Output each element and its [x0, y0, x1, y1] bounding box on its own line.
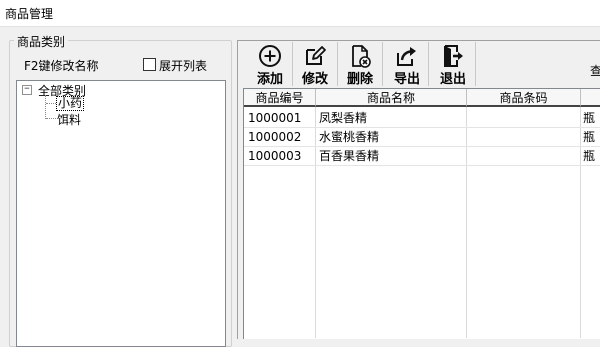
- column-header-code[interactable]: 商品编号: [244, 89, 316, 107]
- export-icon: [397, 47, 416, 66]
- exit-button-label: 退出: [439, 72, 466, 87]
- tree-connector-line: [46, 118, 56, 119]
- category-group-title: 商品类别: [14, 33, 69, 50]
- edit-button-label: 修改: [301, 72, 328, 87]
- column-header-unit[interactable]: [581, 89, 600, 107]
- grid-column-line: [580, 107, 581, 338]
- column-header-barcode[interactable]: 商品条码: [467, 89, 581, 107]
- window-title: 商品管理: [5, 7, 54, 21]
- query-label: 查: [590, 64, 600, 78]
- add-circle-icon: [259, 45, 281, 67]
- toolbar-separator: [475, 42, 476, 86]
- tree-connector-line: [46, 103, 56, 104]
- grid-row-line: [244, 165, 600, 166]
- cell-code[interactable]: 1000003: [248, 147, 314, 166]
- add-button-label: 添加: [256, 72, 283, 87]
- title-bar: [0, 0, 600, 27]
- edit-icon: [306, 46, 326, 65]
- cell-name[interactable]: 水蜜桃香精: [319, 128, 464, 147]
- cell-barcode[interactable]: [470, 109, 578, 128]
- grid-column-line: [466, 107, 467, 338]
- tree-collapse-toggle[interactable]: −: [22, 85, 32, 95]
- toolbar-separator: [428, 42, 429, 86]
- delete-button[interactable]: 删除: [338, 41, 382, 87]
- edit-button[interactable]: 修改: [293, 41, 337, 87]
- cell-barcode[interactable]: [470, 128, 578, 147]
- delete-button-label: 删除: [346, 72, 373, 87]
- delete-document-icon: [352, 45, 371, 68]
- add-button[interactable]: 添加: [248, 41, 292, 87]
- cell-code[interactable]: 1000002: [248, 128, 314, 147]
- expand-list-checkbox[interactable]: [143, 58, 156, 71]
- expand-list-label[interactable]: 展开列表: [159, 57, 207, 74]
- toolbar-separator: [382, 42, 383, 86]
- category-tree[interactable]: [16, 80, 226, 347]
- cell-unit[interactable]: 瓶: [583, 128, 600, 147]
- tree-connector-line: [45, 95, 46, 119]
- cell-unit[interactable]: 瓶: [583, 147, 600, 166]
- cell-code[interactable]: 1000001: [248, 109, 314, 128]
- tree-node-child-selected[interactable]: 小药: [56, 96, 85, 111]
- exit-button[interactable]: 退出: [431, 41, 475, 87]
- export-button[interactable]: 导出: [385, 41, 429, 87]
- cell-name[interactable]: 百香果香精: [319, 147, 464, 166]
- cell-barcode[interactable]: [470, 147, 578, 166]
- tree-node-child[interactable]: 饵料: [57, 111, 81, 128]
- cell-name[interactable]: 凤梨香精: [319, 109, 464, 128]
- column-header-name[interactable]: 商品名称: [316, 89, 467, 107]
- f2-rename-hint: F2键修改名称: [24, 59, 99, 73]
- exit-door-icon: [444, 45, 463, 67]
- grid-column-line: [315, 107, 316, 338]
- cell-unit[interactable]: 瓶: [583, 109, 600, 128]
- export-button-label: 导出: [393, 72, 420, 87]
